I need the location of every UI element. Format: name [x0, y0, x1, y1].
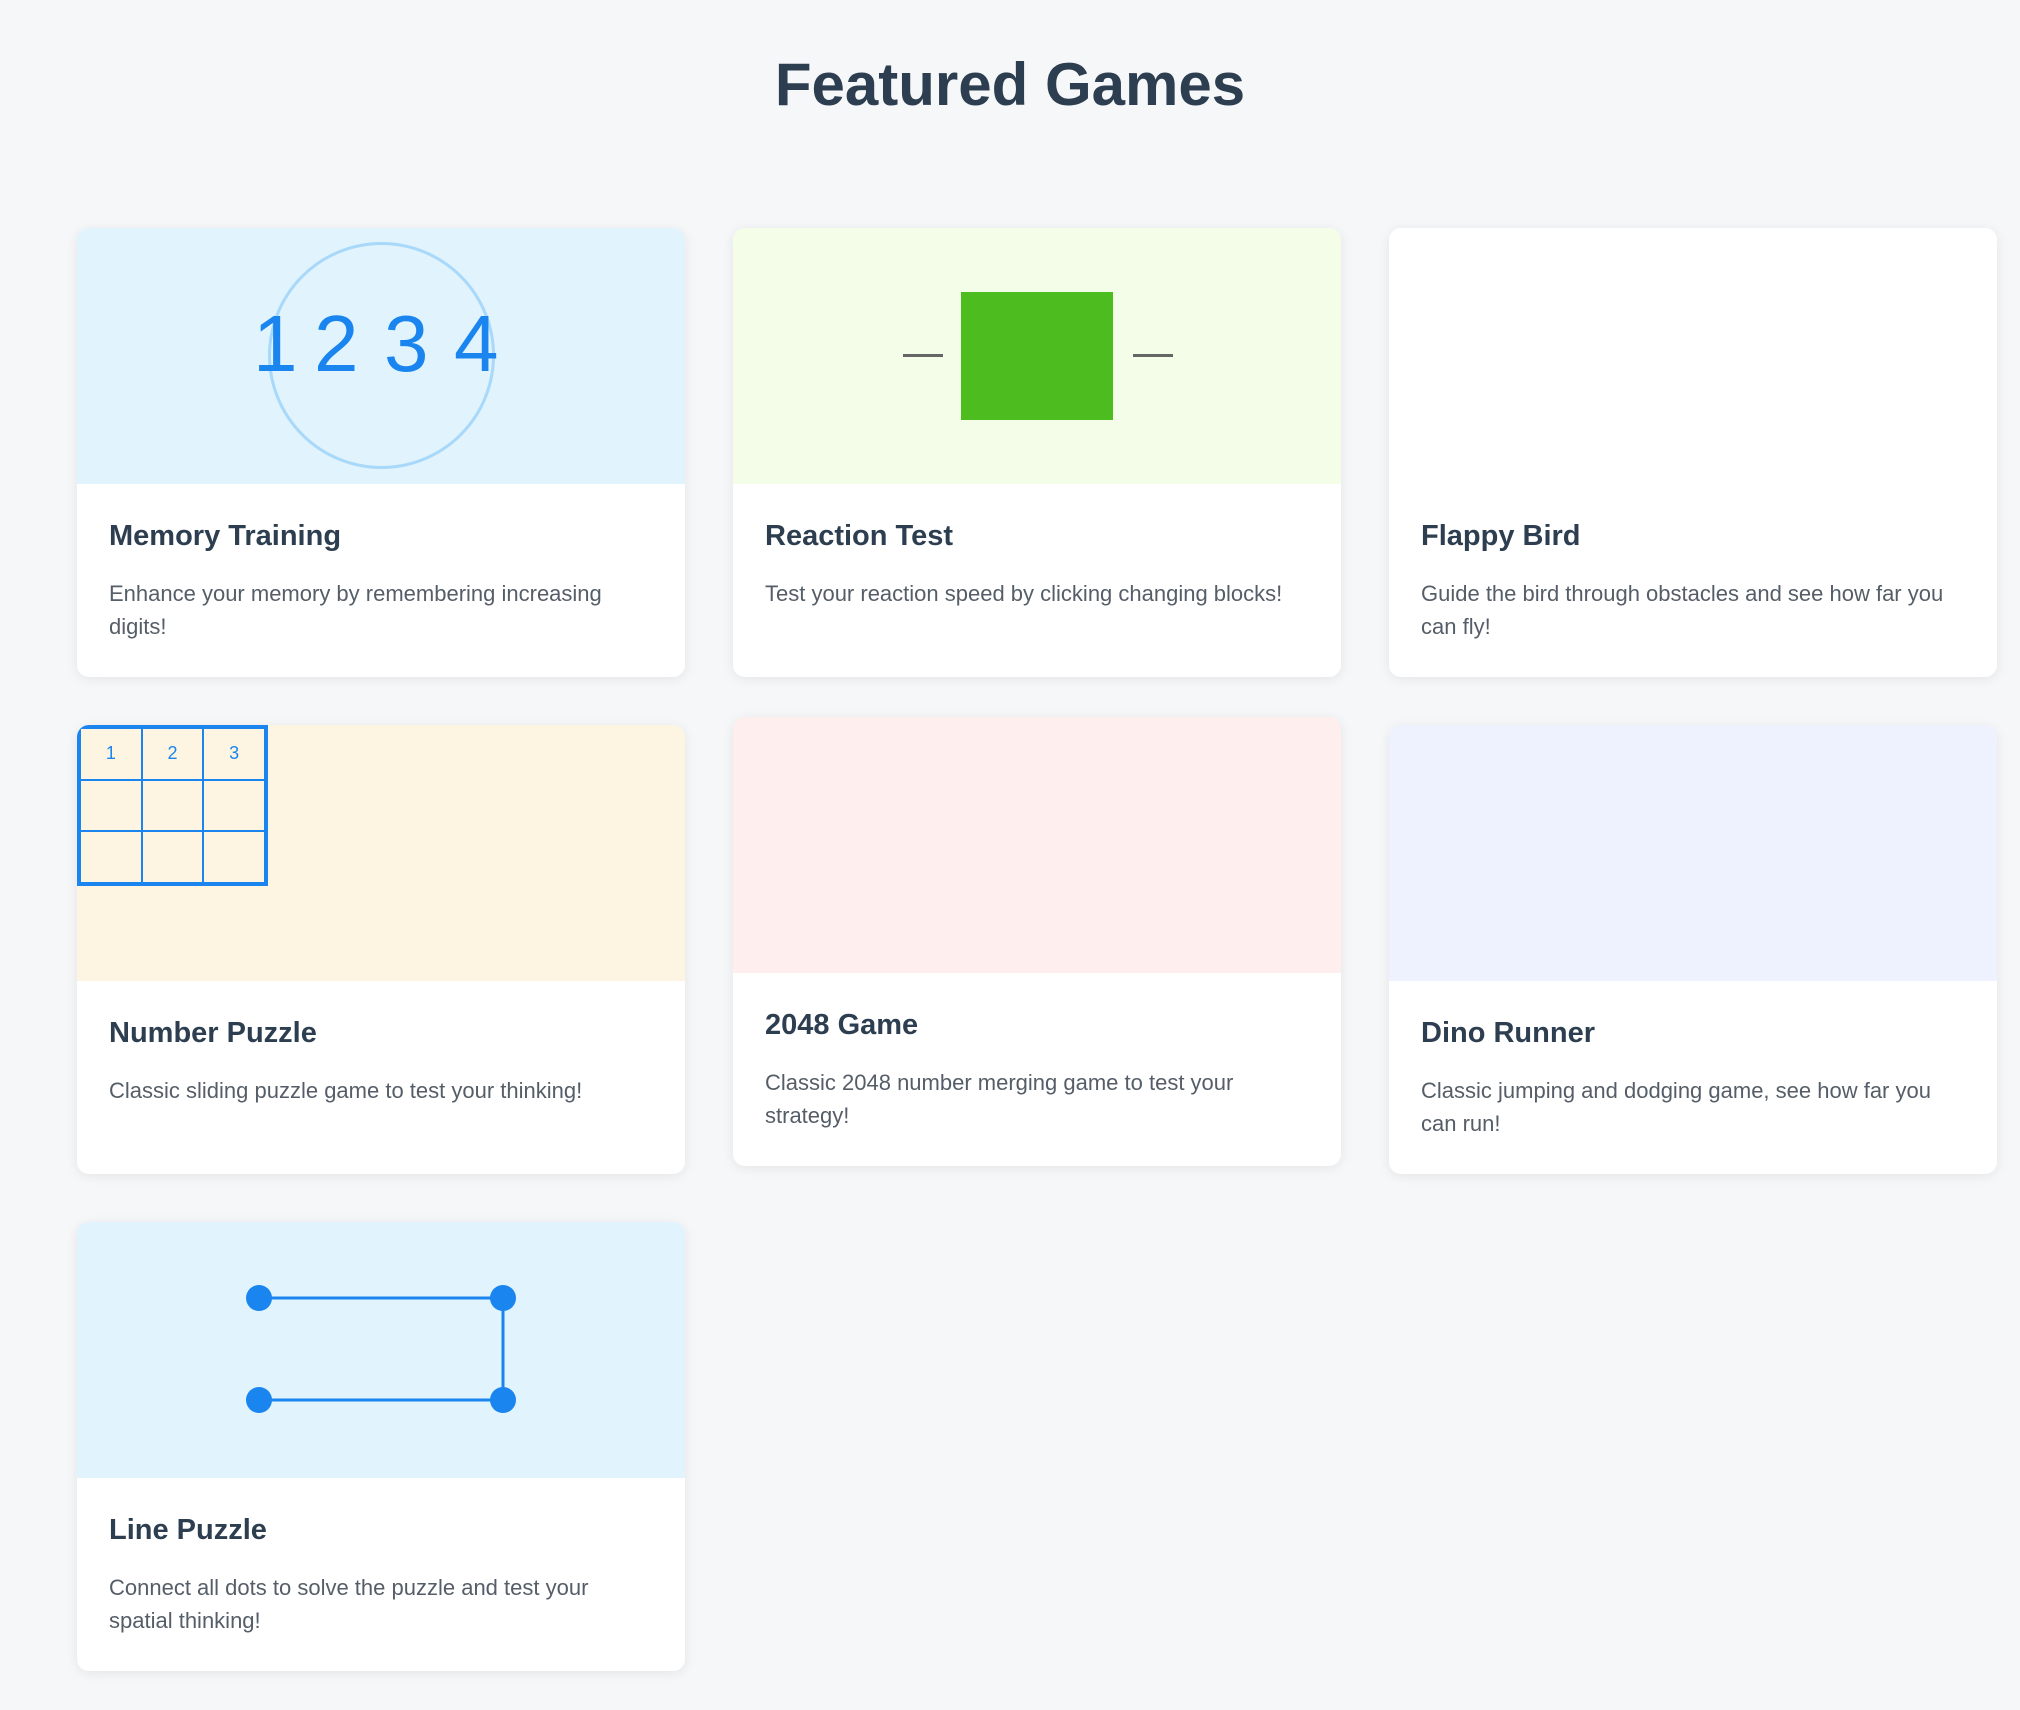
card-description: Classic jumping and dodging game, see ho…	[1421, 1078, 1931, 1136]
card-title: Number Puzzle	[109, 1017, 317, 1049]
flappy-preview	[1389, 228, 1997, 484]
card-description: Enhance your memory by remembering incre…	[109, 581, 602, 639]
card-title: 2048 Game	[765, 1009, 919, 1041]
memory-digit: 3	[384, 299, 429, 388]
puzzle-grid: 1 2 3	[77, 725, 268, 886]
card-description: Test your reaction speed by clicking cha…	[765, 581, 1283, 606]
puzzle-cell: 2	[141, 728, 204, 780]
line-puzzle-icon	[246, 1285, 516, 1413]
page-title: Featured Games	[774, 51, 1246, 118]
2048-preview	[733, 717, 1341, 973]
puzzle-cell	[203, 779, 265, 832]
memory-digit: 4	[454, 299, 499, 388]
puzzle-cell	[80, 831, 142, 883]
dino-preview	[1389, 725, 1997, 981]
game-card-memory-training[interactable]: 1 2 3 4 Memory Training Enhance your mem…	[77, 228, 685, 677]
game-card-reaction-test[interactable]: Reaction Test Test your reaction speed b…	[733, 228, 1341, 677]
reaction-preview	[733, 228, 1341, 484]
puzzle-cell	[80, 779, 142, 832]
puzzle-cell	[141, 831, 204, 883]
card-title: Line Puzzle	[109, 1514, 267, 1546]
card-title: Reaction Test	[765, 520, 954, 552]
puzzle-cell: 3	[203, 728, 265, 780]
game-card-line-puzzle[interactable]: Line Puzzle Connect all dots to solve th…	[77, 1222, 685, 1671]
card-title: Memory Training	[109, 520, 342, 552]
card-description: Guide the bird through obstacles and see…	[1421, 581, 1944, 639]
card-description: Classic sliding puzzle game to test your…	[109, 1078, 583, 1103]
dash-left-icon	[903, 354, 943, 357]
game-card-dino-runner[interactable]: Dino Runner Classic jumping and dodging …	[1389, 725, 1997, 1174]
memory-preview: 1 2 3 4	[77, 228, 685, 484]
game-card-number-puzzle[interactable]: 1 2 3 Number Puzzle Classic sliding puzz…	[77, 725, 685, 1174]
card-description: Connect all dots to solve the puzzle and…	[109, 1575, 589, 1633]
memory-digit: 2	[314, 299, 359, 388]
memory-digit: 1	[253, 299, 298, 388]
card-title: Flappy Bird	[1421, 520, 1581, 552]
number-puzzle-preview: 1 2 3	[77, 725, 685, 981]
puzzle-cell: 1	[80, 728, 142, 780]
puzzle-cell	[203, 831, 265, 883]
line-puzzle-preview	[77, 1222, 685, 1478]
card-title: Dino Runner	[1421, 1017, 1595, 1049]
card-description: Classic 2048 number merging game to test…	[765, 1070, 1234, 1128]
game-card-flappy-bird[interactable]: Flappy Bird Guide the bird through obsta…	[1389, 228, 1997, 677]
puzzle-cell	[141, 779, 204, 832]
dash-right-icon	[1133, 354, 1173, 357]
reaction-block	[961, 292, 1113, 420]
game-card-2048[interactable]: 2048 Game Classic 2048 number merging ga…	[733, 717, 1341, 1166]
